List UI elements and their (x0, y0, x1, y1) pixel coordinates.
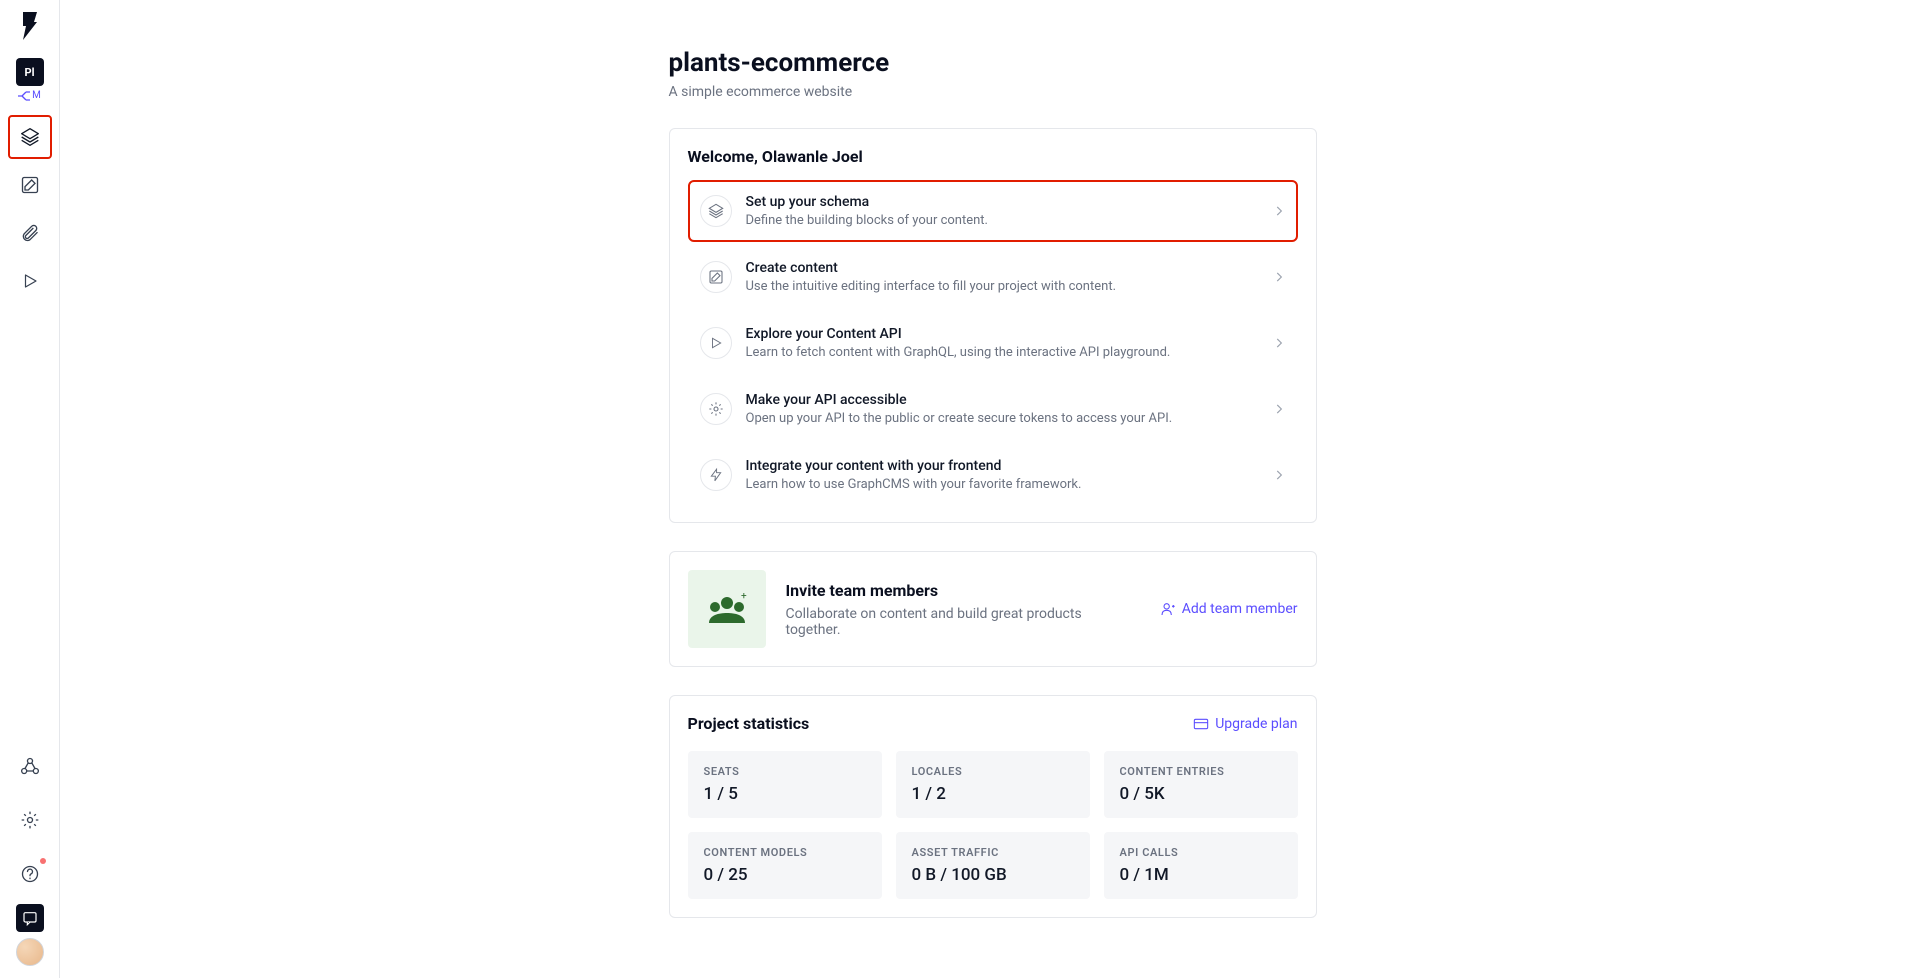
welcome-heading: Welcome, Olawanle Joel (688, 147, 1298, 166)
step-desc: Open up your API to the public or create… (746, 411, 1258, 426)
upgrade-plan-link[interactable]: Upgrade plan (1193, 716, 1297, 732)
step-content[interactable]: Create content Use the intuitive editing… (688, 246, 1298, 308)
step-desc: Learn to fetch content with GraphQL, usi… (746, 345, 1258, 360)
paperclip-icon (20, 223, 40, 243)
nav-help[interactable] (8, 852, 52, 896)
step-title: Create content (746, 260, 1258, 276)
nav-webhooks[interactable] (8, 744, 52, 788)
stat-value: 0 / 5K (1120, 784, 1282, 804)
step-title: Make your API accessible (746, 392, 1258, 408)
step-desc: Use the intuitive editing interface to f… (746, 279, 1258, 294)
stat-label: SEATS (704, 765, 866, 778)
edit-icon (20, 175, 40, 195)
team-icon: + (688, 570, 766, 648)
stat-value: 1 / 5 (704, 784, 866, 804)
play-icon (700, 327, 732, 359)
edit-icon (700, 261, 732, 293)
chevron-right-icon (1272, 402, 1286, 416)
stat-models: CONTENT MODELS 0 / 25 (688, 832, 882, 899)
stat-label: API CALLS (1120, 846, 1282, 859)
invite-card: + Invite team members Collaborate on con… (669, 551, 1317, 667)
stat-label: CONTENT MODELS (704, 846, 866, 859)
project-subtitle: A simple ecommerce website (669, 84, 1317, 100)
stat-entries: CONTENT ENTRIES 0 / 5K (1104, 751, 1298, 818)
stat-value: 0 / 25 (704, 865, 866, 885)
stat-apicalls: API CALLS 0 / 1M (1104, 832, 1298, 899)
stat-traffic: ASSET TRAFFIC 0 B / 100 GB (896, 832, 1090, 899)
stat-seats: SEATS 1 / 5 (688, 751, 882, 818)
chevron-right-icon (1272, 204, 1286, 218)
user-plus-icon (1160, 601, 1176, 617)
webhook-icon (20, 756, 40, 776)
step-desc: Learn how to use GraphCMS with your favo… (746, 477, 1258, 492)
gear-icon (700, 393, 732, 425)
card-icon (1193, 717, 1209, 731)
nav-content[interactable] (8, 163, 52, 207)
nav-chat[interactable] (16, 904, 44, 932)
stats-title: Project statistics (688, 714, 810, 733)
nav-playground[interactable] (8, 259, 52, 303)
stat-value: 0 B / 100 GB (912, 865, 1074, 885)
svg-text:+: + (741, 591, 747, 602)
sidebar: Pl M (0, 0, 60, 978)
main-content: plants-ecommerce A simple ecommerce webs… (60, 0, 1925, 978)
step-integrate[interactable]: Integrate your content with your fronten… (688, 444, 1298, 506)
step-title: Explore your Content API (746, 326, 1258, 342)
chevron-right-icon (1272, 468, 1286, 482)
upgrade-label: Upgrade plan (1215, 716, 1297, 732)
invite-desc: Collaborate on content and build great p… (786, 606, 1140, 638)
step-api[interactable]: Explore your Content API Learn to fetch … (688, 312, 1298, 374)
chat-icon (22, 910, 38, 926)
add-team-member-label: Add team member (1182, 601, 1298, 617)
welcome-card: Welcome, Olawanle Joel Set up your schem… (669, 128, 1317, 523)
layers-icon (700, 195, 732, 227)
stat-label: LOCALES (912, 765, 1074, 778)
gear-icon (20, 810, 40, 830)
step-title: Set up your schema (746, 194, 1258, 210)
invite-title: Invite team members (786, 581, 1140, 600)
chevron-right-icon (1272, 336, 1286, 350)
layers-icon (20, 127, 40, 147)
step-desc: Define the building blocks of your conte… (746, 213, 1258, 228)
user-avatar[interactable] (16, 938, 44, 966)
stat-value: 1 / 2 (912, 784, 1074, 804)
chevron-right-icon (1272, 270, 1286, 284)
stat-label: CONTENT ENTRIES (1120, 765, 1282, 778)
nav-schema[interactable] (8, 115, 52, 159)
nav-assets[interactable] (8, 211, 52, 255)
env-badge[interactable]: M (18, 90, 41, 101)
add-team-member-link[interactable]: Add team member (1160, 601, 1298, 617)
env-badge-label: M (32, 90, 41, 101)
stat-value: 0 / 1M (1120, 865, 1282, 885)
nav-settings[interactable] (8, 798, 52, 842)
project-title: plants-ecommerce (669, 48, 1317, 78)
project-tile[interactable]: Pl (16, 58, 44, 86)
stats-card: Project statistics Upgrade plan SEATS 1 … (669, 695, 1317, 918)
stat-label: ASSET TRAFFIC (912, 846, 1074, 859)
logo[interactable] (18, 10, 42, 42)
step-access[interactable]: Make your API accessible Open up your AP… (688, 378, 1298, 440)
help-icon (20, 864, 40, 884)
play-icon (21, 272, 39, 290)
step-schema[interactable]: Set up your schema Define the building b… (688, 180, 1298, 242)
step-title: Integrate your content with your fronten… (746, 458, 1258, 474)
stat-locales: LOCALES 1 / 2 (896, 751, 1090, 818)
bolt-icon (700, 459, 732, 491)
